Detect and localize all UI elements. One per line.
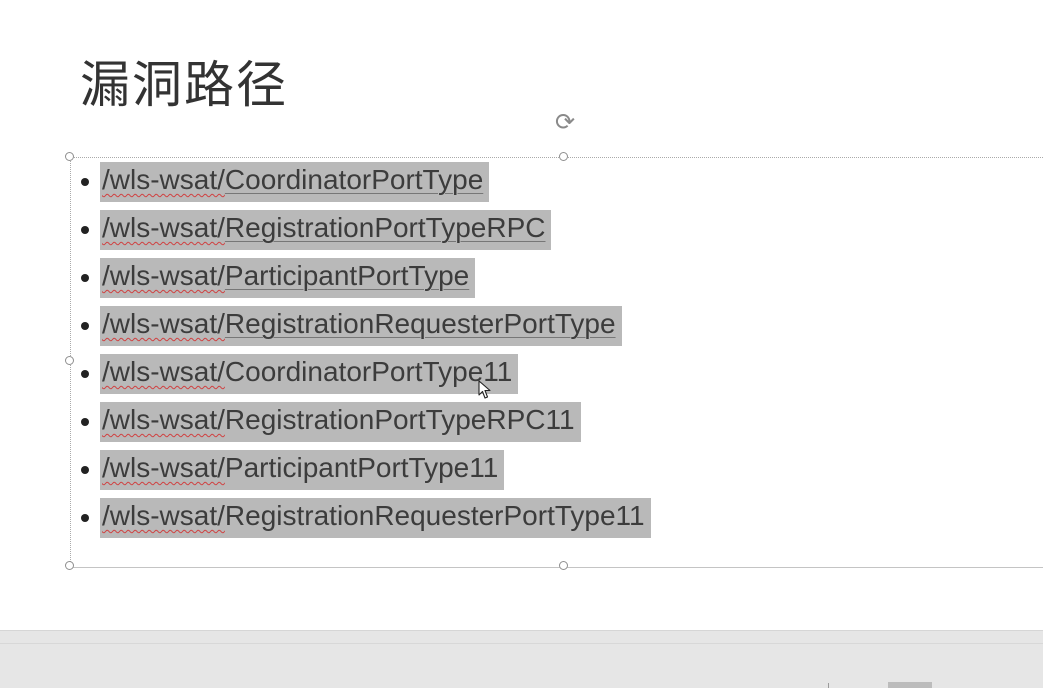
bullet-dot-icon xyxy=(81,178,89,186)
bullet-dot-icon xyxy=(81,226,89,234)
path-prefix: /wls-wsat/ xyxy=(102,404,225,435)
path-text[interactable]: /wls-wsat/ParticipantPortType11 xyxy=(100,450,505,490)
resize-handle-bottom-middle[interactable] xyxy=(559,561,568,570)
bullet-dot-icon xyxy=(81,418,89,426)
path-text[interactable]: /wls-wsat/RegistrationPortTypeRPC xyxy=(100,210,552,250)
path-text[interactable]: /wls-wsat/RegistrationRequesterPortType xyxy=(100,306,622,346)
path-prefix: /wls-wsat/ xyxy=(102,308,225,339)
path-prefix: /wls-wsat/ xyxy=(102,452,225,483)
path-prefix: /wls-wsat/ xyxy=(102,356,225,387)
bullet-dot-icon xyxy=(81,466,89,474)
zoom-slider-thumb[interactable] xyxy=(888,682,932,688)
path-text[interactable]: /wls-wsat/CoordinatorPortType xyxy=(100,162,490,202)
resize-handle-middle-left[interactable] xyxy=(65,356,74,365)
path-prefix: /wls-wsat/ xyxy=(102,212,225,243)
status-bar xyxy=(0,630,1043,688)
path-text[interactable]: /wls-wsat/ParticipantPortType xyxy=(100,258,476,298)
bullet-dot-icon xyxy=(81,274,89,282)
path-name: RegistrationPortTypeRPC xyxy=(224,212,546,243)
resize-handle-bottom-left[interactable] xyxy=(65,561,74,570)
resize-handle-top-middle[interactable] xyxy=(559,152,568,161)
path-prefix: /wls-wsat/ xyxy=(102,260,225,291)
path-name: RegistrationPortTypeRPC11 xyxy=(224,404,575,435)
status-bar-tick xyxy=(828,683,829,688)
path-name: RegistrationRequesterPortType11 xyxy=(224,500,645,531)
path-text[interactable]: /wls-wsat/RegistrationPortTypeRPC11 xyxy=(100,402,581,442)
path-text[interactable]: /wls-wsat/RegistrationRequesterPortType1… xyxy=(100,498,651,538)
mouse-cursor-icon xyxy=(478,380,491,399)
status-bar-divider xyxy=(0,643,1043,644)
path-name: ParticipantPortType11 xyxy=(224,452,499,483)
bullet-dot-icon xyxy=(81,514,89,522)
path-name: ParticipantPortType xyxy=(224,260,470,291)
path-name: CoordinatorPortType11 xyxy=(224,356,513,387)
bullet-dot-icon xyxy=(81,322,89,330)
resize-handle-top-left[interactable] xyxy=(65,152,74,161)
path-prefix: /wls-wsat/ xyxy=(102,500,225,531)
slide-canvas[interactable]: 漏洞路径 ⟳ /wls-wsat/CoordinatorPortType/wls… xyxy=(0,0,1043,630)
path-name: CoordinatorPortType xyxy=(224,164,484,195)
path-prefix: /wls-wsat/ xyxy=(102,164,225,195)
slide-title[interactable]: 漏洞路径 xyxy=(80,45,288,117)
rotate-handle-icon[interactable]: ⟳ xyxy=(551,108,579,136)
path-text[interactable]: /wls-wsat/CoordinatorPortType11 xyxy=(100,354,519,394)
bullet-dot-icon xyxy=(81,370,89,378)
path-name: RegistrationRequesterPortType xyxy=(224,308,616,339)
